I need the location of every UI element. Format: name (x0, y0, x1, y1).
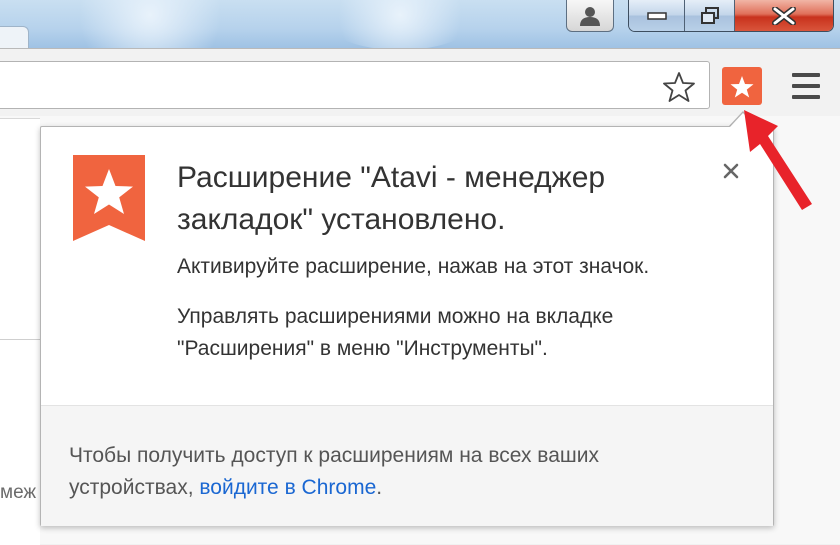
page-left-edge (0, 118, 40, 545)
bubble-title: Расширение "Atavi - менеджер закладок" у… (177, 161, 606, 236)
atavi-extension-button[interactable] (722, 67, 762, 105)
activate-instruction: Активируйте расширение, нажав на этот зн… (177, 255, 650, 278)
minimize-icon (646, 11, 667, 20)
sync-promo-suffix: . (376, 476, 383, 499)
user-icon (580, 6, 600, 26)
atavi-logo-icon (73, 155, 145, 241)
glass-highlight (60, 0, 240, 48)
address-bar[interactable] (0, 61, 710, 109)
close-icon (772, 6, 796, 25)
bookmark-star-button[interactable] (660, 69, 698, 103)
bubble-footer: Чтобы получить доступ к расширениям на в… (41, 405, 773, 526)
browser-toolbar (0, 48, 840, 117)
manage-instruction: Управлять расширениями можно на вкладке … (177, 305, 614, 360)
annotation-arrow-icon (744, 110, 812, 210)
restore-icon (700, 6, 719, 24)
close-icon (723, 163, 739, 179)
page-partial-text: меж (0, 482, 37, 503)
close-window-button[interactable] (735, 0, 833, 31)
chrome-menu-button[interactable] (792, 73, 820, 99)
sync-promo-text: Чтобы получить доступ к расширениям на в… (69, 440, 709, 504)
extension-installed-bubble: Расширение "Atavi - менеджер закладок" у… (40, 126, 774, 526)
hamburger-menu-icon (792, 73, 820, 77)
restore-button[interactable] (685, 0, 735, 31)
browser-tab-edge[interactable] (0, 26, 29, 48)
hamburger-menu-icon (792, 84, 820, 88)
sign-in-link[interactable]: войдите в Chrome (199, 476, 376, 499)
window-controls (628, 0, 834, 32)
star-outline-icon (663, 71, 695, 102)
glass-highlight (320, 0, 480, 48)
minimize-button[interactable] (629, 0, 685, 31)
hamburger-menu-icon (792, 95, 820, 99)
profile-button[interactable] (566, 0, 614, 32)
divider (0, 339, 40, 340)
atavi-star-icon (730, 75, 754, 97)
